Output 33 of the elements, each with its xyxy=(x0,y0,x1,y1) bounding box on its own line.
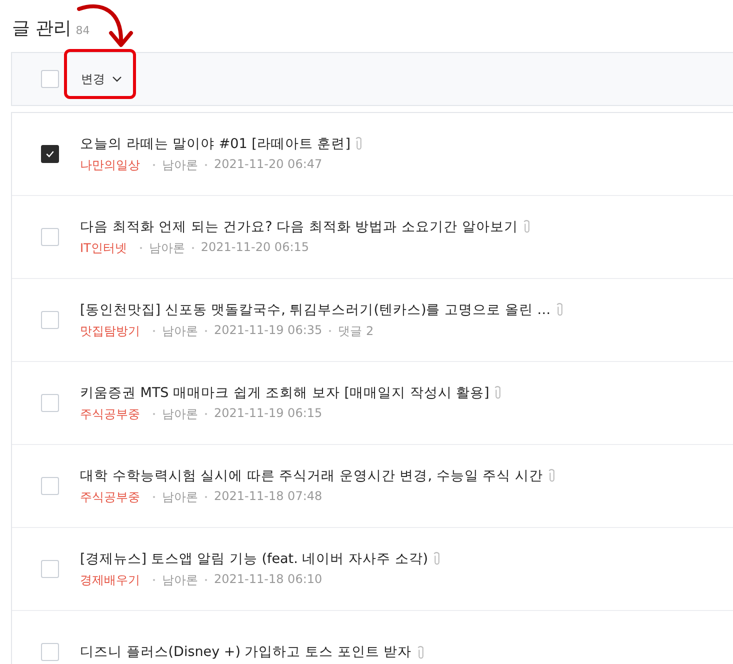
author-name: 남아론 xyxy=(148,240,185,256)
post-date: 2021-11-19 06:15 xyxy=(214,406,322,422)
author-name: 남아론 xyxy=(162,406,198,422)
author-name: 남아론 xyxy=(162,322,198,340)
category-link[interactable]: IT인터넷 xyxy=(80,240,127,256)
post-title[interactable]: 대학 수학능력시험 실시에 따른 주식거래 운영시간 변경, 수능일 주식 시간 xyxy=(80,466,543,484)
post-date: 2021-11-19 06:35 xyxy=(214,322,322,338)
post-title[interactable]: [경제뉴스] 토스앱 알림 기능 (feat. 네이버 자사주 소각) xyxy=(80,550,428,568)
post-date: 2021-11-20 06:47 xyxy=(214,156,322,172)
author-name: 남아론 xyxy=(162,572,198,588)
post-title[interactable]: 디즈니 플러스(Disney +) 가입하고 토스 포인트 받자 xyxy=(80,643,412,661)
post-checkbox[interactable] xyxy=(41,145,59,163)
author-name: 남아론 xyxy=(162,156,198,174)
post-title[interactable]: 키움증권 MTS 매매마크 쉽게 조회해 보자 [매매일지 작성시 활용] xyxy=(80,384,490,402)
category-link[interactable]: 맛집탐방기 xyxy=(80,322,140,340)
select-all-checkbox[interactable] xyxy=(41,70,59,88)
category-link[interactable]: 주식공부중 xyxy=(80,488,140,506)
page-title: 글 관리 xyxy=(12,17,72,40)
post-date: 2021-11-18 06:10 xyxy=(214,572,322,588)
post-title[interactable]: 오늘의 라떼는 말이야 #01 [라떼아트 훈련] xyxy=(80,134,350,152)
category-link[interactable]: 나만의일상 xyxy=(80,156,140,174)
comment-count: 댓글 2 xyxy=(338,322,374,340)
author-name: 남아론 xyxy=(162,488,198,506)
post-date: 2021-11-18 07:48 xyxy=(214,488,322,504)
category-link[interactable]: 주식공부중 xyxy=(80,406,140,422)
check-icon xyxy=(45,149,55,159)
category-link[interactable]: 경제배우기 xyxy=(80,572,140,588)
post-title[interactable]: 다음 최적화 언제 되는 건가요? 다음 최적화 방법과 소요기간 알아보기 xyxy=(80,218,518,236)
change-dropdown-button[interactable]: 변경 xyxy=(79,64,124,94)
post-title[interactable]: [동인천맛집] 신포동 맷돌칼국수, 튀김부스러기(텐카스)를 고명으로 올린 … xyxy=(80,300,551,318)
post-date: 2021-11-20 06:15 xyxy=(200,240,310,256)
post-count: 84 xyxy=(76,24,90,36)
caret-icon xyxy=(112,76,122,82)
